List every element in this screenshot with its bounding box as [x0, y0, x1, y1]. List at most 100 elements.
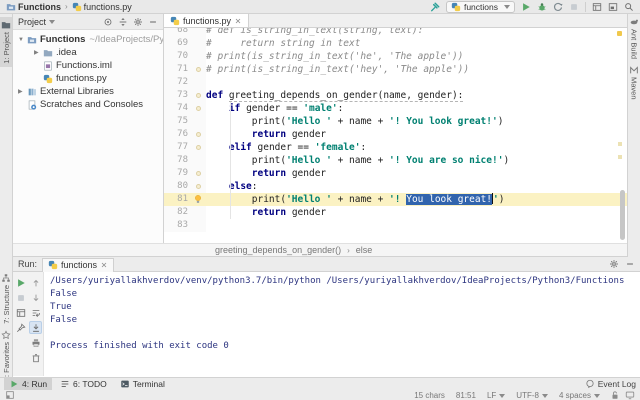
tree-item-functions[interactable]: ▼Functions~/IdeaProjects/Python3/Functio…: [13, 33, 163, 46]
coverage-icon[interactable]: [553, 2, 563, 12]
code-line-75[interactable]: 75 print('Hello ' + name + '! You look g…: [164, 115, 627, 128]
chevron-collapsed-icon[interactable]: ▶: [34, 49, 43, 56]
status-item-15-chars[interactable]: 15 chars: [414, 391, 445, 400]
code-line-83[interactable]: 83: [164, 219, 627, 232]
chevron-expanded-icon[interactable]: ▼: [18, 37, 27, 43]
fold-marker-icon[interactable]: [196, 171, 201, 176]
code-text[interactable]: print('Hello ' + name + '! You look grea…: [206, 115, 627, 128]
collapse-all-icon[interactable]: [118, 17, 128, 27]
error-stripe-mark[interactable]: [618, 155, 622, 159]
code-text[interactable]: [206, 76, 627, 89]
breadcrumb-else[interactable]: else: [356, 245, 373, 255]
code-text[interactable]: return gender: [206, 167, 627, 180]
breadcrumb-file[interactable]: functions.py: [72, 2, 132, 12]
tool-window-bar-button-6-todo[interactable]: 6: TODO: [55, 378, 112, 391]
restore-layout-icon[interactable]: [592, 2, 602, 12]
code-line-70[interactable]: 70# print(is_string_in_text('he', 'The a…: [164, 50, 627, 63]
editor-scrollbar[interactable]: [620, 190, 625, 240]
project-panel-title[interactable]: Project: [18, 17, 55, 27]
print-button[interactable]: [29, 336, 42, 349]
status-item-lf[interactable]: LF: [487, 391, 505, 400]
code-line-77[interactable]: 77 elif gender == 'female':: [164, 141, 627, 154]
tree-item-scratches-and-consoles[interactable]: Scratches and Consoles: [13, 98, 163, 111]
error-stripe-mark[interactable]: [618, 142, 622, 146]
tool-window-bar-button-terminal[interactable]: Terminal: [115, 378, 170, 391]
code-area[interactable]: 68# def is_string_in_text(string, text):…: [164, 28, 627, 242]
debug-icon[interactable]: [537, 2, 547, 12]
code-text[interactable]: # def is_string_in_text(string, text):: [206, 28, 627, 37]
code-text[interactable]: # return string in text: [206, 37, 627, 50]
code-line-73[interactable]: 73def greeting_depends_on_gender(name, g…: [164, 89, 627, 102]
settings-icon[interactable]: [609, 259, 619, 269]
code-line-79[interactable]: 79 return gender: [164, 167, 627, 180]
scroll-to-end-button[interactable]: [29, 321, 42, 334]
settings-icon[interactable]: [133, 17, 143, 27]
fold-marker-icon[interactable]: [196, 132, 201, 137]
breadcrumb-function[interactable]: greeting_depends_on_gender(): [215, 245, 341, 255]
fold-marker-icon[interactable]: [196, 106, 201, 111]
stop-button[interactable]: [14, 291, 27, 304]
tool-windows-toggle-icon[interactable]: [5, 390, 15, 400]
run-config-selector[interactable]: functions: [446, 1, 515, 13]
clear-all-button[interactable]: [29, 351, 42, 364]
build-hammer-icon[interactable]: [430, 2, 440, 12]
tree-item-idea[interactable]: ▶.idea: [13, 46, 163, 59]
code-text[interactable]: def greeting_depends_on_gender(name, gen…: [206, 89, 627, 102]
code-line-82[interactable]: 82 return gender: [164, 206, 627, 219]
fold-marker-icon[interactable]: [196, 145, 201, 150]
soft-wrap-button[interactable]: [29, 306, 42, 319]
tool-window-bar-button-4-run[interactable]: 4: Run: [4, 378, 52, 391]
code-text[interactable]: elif gender == 'female':: [206, 141, 627, 154]
code-line-72[interactable]: 72: [164, 76, 627, 89]
chevron-collapsed-icon[interactable]: ▶: [18, 88, 27, 95]
tool-window-button-7-structure[interactable]: 7: Structure: [0, 270, 12, 327]
code-line-81[interactable]: 81 print('Hello ' + name + '! You look g…: [164, 193, 627, 206]
fold-marker-icon[interactable]: [196, 93, 201, 98]
tool-window-button-1-project[interactable]: 1: Project: [0, 17, 12, 67]
tool-window-button-maven[interactable]: Maven: [628, 62, 640, 103]
tree-item-functions-iml[interactable]: Functions.iml: [13, 59, 163, 72]
hide-icon[interactable]: [148, 17, 158, 27]
code-text[interactable]: return gender: [206, 206, 627, 219]
code-text[interactable]: else:: [206, 180, 627, 193]
close-icon[interactable]: [100, 261, 108, 269]
code-line-76[interactable]: 76 return gender: [164, 128, 627, 141]
console-output[interactable]: /Users/yuriyallakhverdov/venv/python3.7/…: [44, 272, 640, 376]
restore-layout-button[interactable]: [14, 306, 27, 319]
rerun-button[interactable]: [14, 276, 27, 289]
stop-icon[interactable]: [569, 2, 579, 12]
search-everywhere-icon[interactable]: [624, 2, 634, 12]
run-tab-functions[interactable]: functions: [42, 258, 114, 272]
code-text[interactable]: print('Hello ' + name + '! You look grea…: [206, 193, 627, 206]
bulb-icon[interactable]: [193, 194, 203, 204]
code-text[interactable]: [206, 219, 627, 232]
code-line-69[interactable]: 69# return string in text: [164, 37, 627, 50]
code-text[interactable]: if gender == 'male':: [206, 102, 627, 115]
tool-window-button-2-favorites[interactable]: 2: Favorites: [0, 327, 12, 384]
status-item-utf-8[interactable]: UTF-8: [516, 391, 548, 400]
editor-tab-functions-py[interactable]: functions.py: [164, 14, 249, 27]
fold-marker-icon[interactable]: [196, 67, 201, 72]
close-icon[interactable]: [234, 17, 242, 25]
code-text[interactable]: print('Hello ' + name + '! You are so ni…: [206, 154, 627, 167]
code-line-80[interactable]: 80 else:: [164, 180, 627, 193]
hide-windows-icon[interactable]: [608, 2, 618, 12]
locate-icon[interactable]: [103, 17, 113, 27]
fold-marker-icon[interactable]: [196, 184, 201, 189]
screen-icon[interactable]: [625, 390, 635, 400]
up-stack-button[interactable]: [29, 276, 42, 289]
code-text[interactable]: # print(is_string_in_text('he', 'The app…: [206, 50, 627, 63]
code-text[interactable]: # print(is_string_in_text('hey', 'The ap…: [206, 63, 627, 76]
status-item-81-51[interactable]: 81:51: [456, 391, 476, 400]
status-item-4-spaces[interactable]: 4 spaces: [559, 391, 600, 400]
down-stack-button[interactable]: [29, 291, 42, 304]
tree-item-functions-py[interactable]: functions.py: [13, 72, 163, 85]
code-line-68[interactable]: 68# def is_string_in_text(string, text):: [164, 28, 627, 37]
pin-button[interactable]: [14, 321, 27, 334]
lock-icon[interactable]: [610, 390, 620, 400]
tool-window-button-ant-build[interactable]: Ant Build: [628, 14, 640, 62]
code-text[interactable]: return gender: [206, 128, 627, 141]
hide-icon[interactable]: [625, 259, 635, 269]
inspections-indicator[interactable]: [617, 31, 622, 36]
event-log-button[interactable]: Event Log: [585, 379, 636, 389]
